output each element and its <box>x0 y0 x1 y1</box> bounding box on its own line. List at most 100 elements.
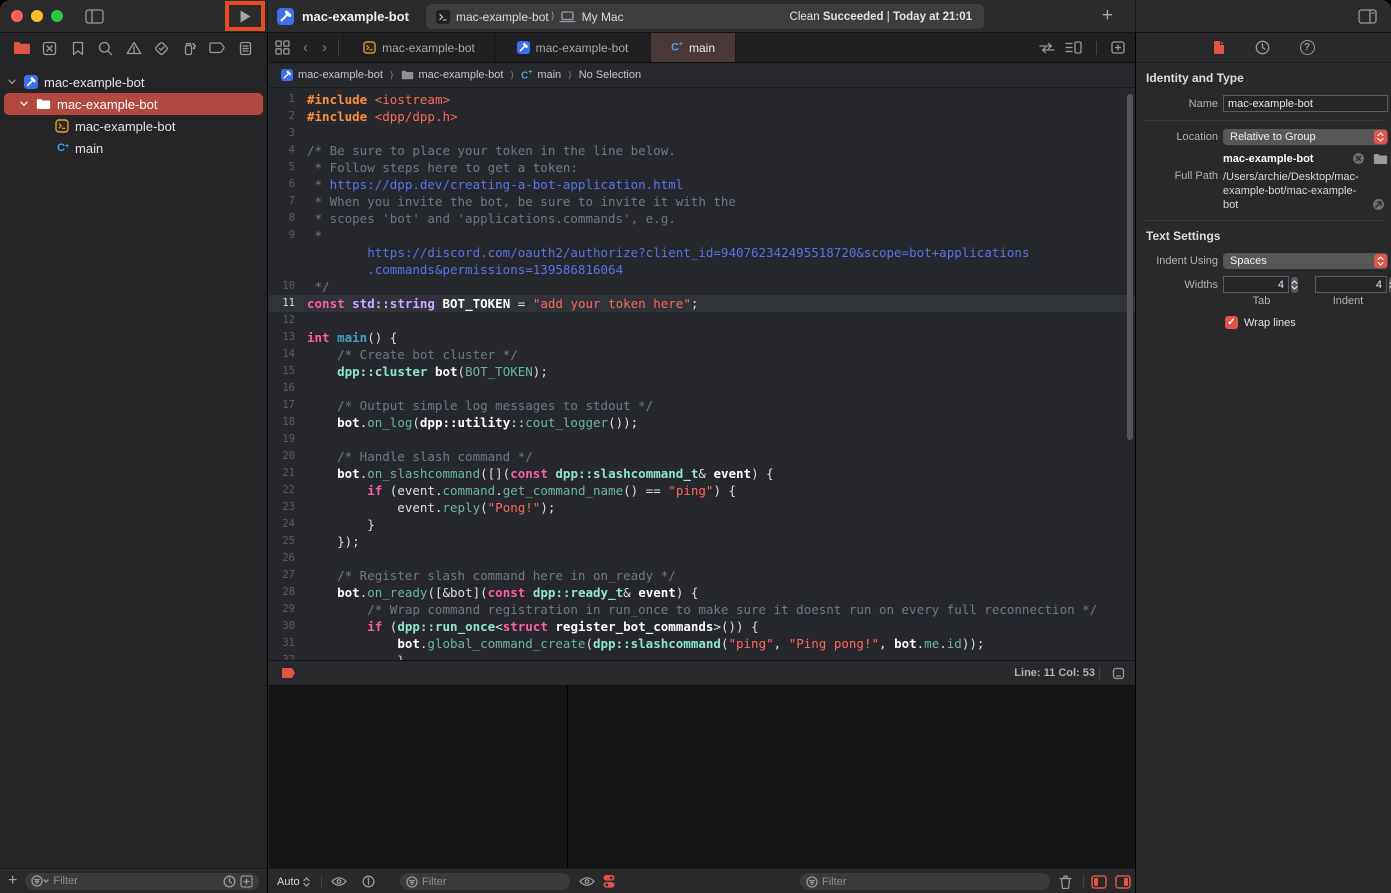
history-inspector-icon[interactable] <box>1255 40 1270 55</box>
quick-help-inspector-icon[interactable]: ? <box>1300 40 1315 55</box>
code-line[interactable]: 14 /* Create bot cluster */ <box>269 346 1135 363</box>
code-line[interactable]: 22 if (event.command.get_command_name() … <box>269 482 1135 499</box>
open-path-arrow-icon[interactable] <box>1372 198 1385 211</box>
code-line[interactable]: 28 bot.on_ready([&bot](const dpp::ready_… <box>269 584 1135 601</box>
code-line[interactable]: 10 */ <box>269 278 1135 295</box>
variables-eye-icon[interactable] <box>331 869 347 893</box>
code-line[interactable]: 15 dpp::cluster bot(BOT_TOKEN); <box>269 363 1135 380</box>
code-line[interactable]: 30 if (dpp::run_once<struct register_bot… <box>269 618 1135 635</box>
location-dropdown[interactable]: Relative to Group <box>1223 129 1388 145</box>
wrap-lines-checkbox[interactable]: ✓ <box>1225 316 1238 329</box>
name-input[interactable] <box>1224 98 1387 110</box>
choose-folder-icon[interactable] <box>1373 153 1388 165</box>
destination-selector[interactable]: My Mac <box>559 10 624 24</box>
code-line[interactable]: 12 <box>269 312 1135 329</box>
variables-filter-input[interactable] <box>422 876 564 888</box>
disclosure-chevron-icon[interactable] <box>20 101 30 107</box>
code-line[interactable]: 16 <box>269 380 1135 397</box>
code-line[interactable]: 5 * Follow steps here to get a token: <box>269 159 1135 176</box>
minimize-window-button[interactable] <box>31 10 43 22</box>
tab-width-stepper[interactable] <box>1291 277 1298 293</box>
toggle-console-pane-icon[interactable] <box>1115 869 1131 893</box>
variables-filter-field[interactable] <box>400 873 570 890</box>
navigator-filter-input[interactable] <box>53 875 219 887</box>
adjust-editor-options-icon[interactable] <box>1065 41 1082 54</box>
code-line[interactable]: 32 } <box>269 652 1135 660</box>
code-editor[interactable]: 1#include <iostream>2#include <dpp/dpp.h… <box>269 88 1135 660</box>
close-window-button[interactable] <box>11 10 23 22</box>
code-line[interactable]: 6 * https://dpp.dev/creating-a-bot-appli… <box>269 176 1135 193</box>
go-forward-button[interactable]: › <box>315 33 334 62</box>
code-line[interactable]: 2#include <dpp/dpp.h> <box>269 108 1135 125</box>
reports-navigator-icon[interactable] <box>235 41 255 56</box>
tab-width-input[interactable] <box>1224 279 1288 291</box>
debug-navigator-icon[interactable] <box>179 41 199 56</box>
code-line[interactable]: 9 * <box>269 227 1135 244</box>
jumpbar-group[interactable]: mac-example-bot <box>401 69 504 81</box>
indent-width-field[interactable] <box>1315 276 1387 293</box>
display-settings-icon[interactable] <box>1112 667 1125 680</box>
code-line[interactable]: 20 /* Handle slash command */ <box>269 448 1135 465</box>
indent-width-input[interactable] <box>1316 279 1386 291</box>
scheme-selector[interactable]: mac-example-bot <box>436 10 549 24</box>
tree-row-group-selected[interactable]: mac-example-bot <box>4 93 263 115</box>
file-inspector-icon[interactable] <box>1213 40 1225 55</box>
jumpbar-file[interactable]: C+ main <box>521 69 561 81</box>
clear-console-trash-icon[interactable] <box>1059 869 1072 893</box>
code-line[interactable]: 19 <box>269 431 1135 448</box>
zoom-window-button[interactable] <box>51 10 63 22</box>
related-items-grid-icon[interactable] <box>269 33 296 62</box>
tree-row-main-file[interactable]: C+ main <box>0 137 267 159</box>
project-navigator-icon[interactable] <box>12 41 32 55</box>
code-line[interactable]: 31 bot.global_command_create(dpp::slashc… <box>269 635 1135 652</box>
tab-target[interactable]: mac-example-bot <box>343 33 495 62</box>
recent-files-clock-icon[interactable] <box>223 875 236 888</box>
code-line[interactable]: https://discord.com/oauth2/authorize?cli… <box>269 244 1135 261</box>
code-line[interactable]: 17 /* Output simple log messages to stdo… <box>269 397 1135 414</box>
debug-view-toggles-icon[interactable] <box>603 869 615 893</box>
toggle-variables-pane-icon[interactable] <box>1091 869 1107 893</box>
go-back-button[interactable]: ‹ <box>296 33 315 62</box>
code-line[interactable]: 18 bot.on_log(dpp::utility::cout_logger(… <box>269 414 1135 431</box>
variables-scope-dropdown[interactable]: Auto <box>277 869 310 893</box>
activity-status[interactable]: Clean Succeeded | Today at 21:01 <box>790 11 972 23</box>
add-editor-icon[interactable] <box>1111 41 1125 54</box>
console-filter-field[interactable] <box>800 873 1050 890</box>
add-file-button[interactable]: + <box>8 873 17 889</box>
tab-width-field[interactable] <box>1223 276 1289 293</box>
tree-row-project[interactable]: mac-example-bot <box>0 71 267 93</box>
issues-navigator-icon[interactable] <box>124 41 144 55</box>
navigator-filter-field[interactable] <box>25 873 259 890</box>
toggle-inspector-icon[interactable] <box>1358 9 1377 24</box>
source-control-status-icon[interactable] <box>240 875 253 888</box>
code-line[interactable]: 27 /* Register slash command here in on_… <box>269 567 1135 584</box>
bookmarks-navigator-icon[interactable] <box>68 41 88 56</box>
code-line[interactable]: 11const std::string BOT_TOKEN = "add you… <box>269 295 1135 312</box>
tab-project[interactable]: mac-example-bot <box>495 33 650 62</box>
console-filter-input[interactable] <box>822 876 1044 888</box>
code-line[interactable]: 29 /* Wrap command registration in run_o… <box>269 601 1135 618</box>
tests-navigator-icon[interactable] <box>151 41 171 56</box>
name-field[interactable] <box>1223 95 1388 112</box>
breakpoints-toggle-icon[interactable] <box>281 667 296 679</box>
variables-info-icon[interactable] <box>362 869 375 893</box>
editor-scrollbar[interactable] <box>1127 94 1133 440</box>
source-control-navigator-icon[interactable] <box>40 41 60 56</box>
tree-row-target[interactable]: mac-example-bot <box>0 115 267 137</box>
code-line[interactable]: 26 <box>269 550 1135 567</box>
tab-main-active[interactable]: C+ main <box>650 33 736 62</box>
code-line[interactable]: .commands&permissions=139586816064 <box>269 261 1135 278</box>
run-button[interactable] <box>239 9 252 24</box>
variables-view[interactable] <box>269 686 567 868</box>
code-line[interactable]: 3 <box>269 125 1135 142</box>
breakpoints-navigator-icon[interactable] <box>207 42 227 54</box>
indent-using-dropdown[interactable]: Spaces <box>1223 253 1388 269</box>
code-line[interactable]: 4/* Be sure to place your token in the l… <box>269 142 1135 159</box>
console-eye-icon[interactable] <box>579 869 595 893</box>
find-navigator-icon[interactable] <box>96 41 116 56</box>
console-view[interactable] <box>568 686 1135 868</box>
code-line[interactable]: 13int main() { <box>269 329 1135 346</box>
code-line[interactable]: 8 * scopes 'bot' and 'applications.comma… <box>269 210 1135 227</box>
toggle-navigator-icon[interactable] <box>85 9 104 24</box>
code-line[interactable]: 21 bot.on_slashcommand([](const dpp::sla… <box>269 465 1135 482</box>
